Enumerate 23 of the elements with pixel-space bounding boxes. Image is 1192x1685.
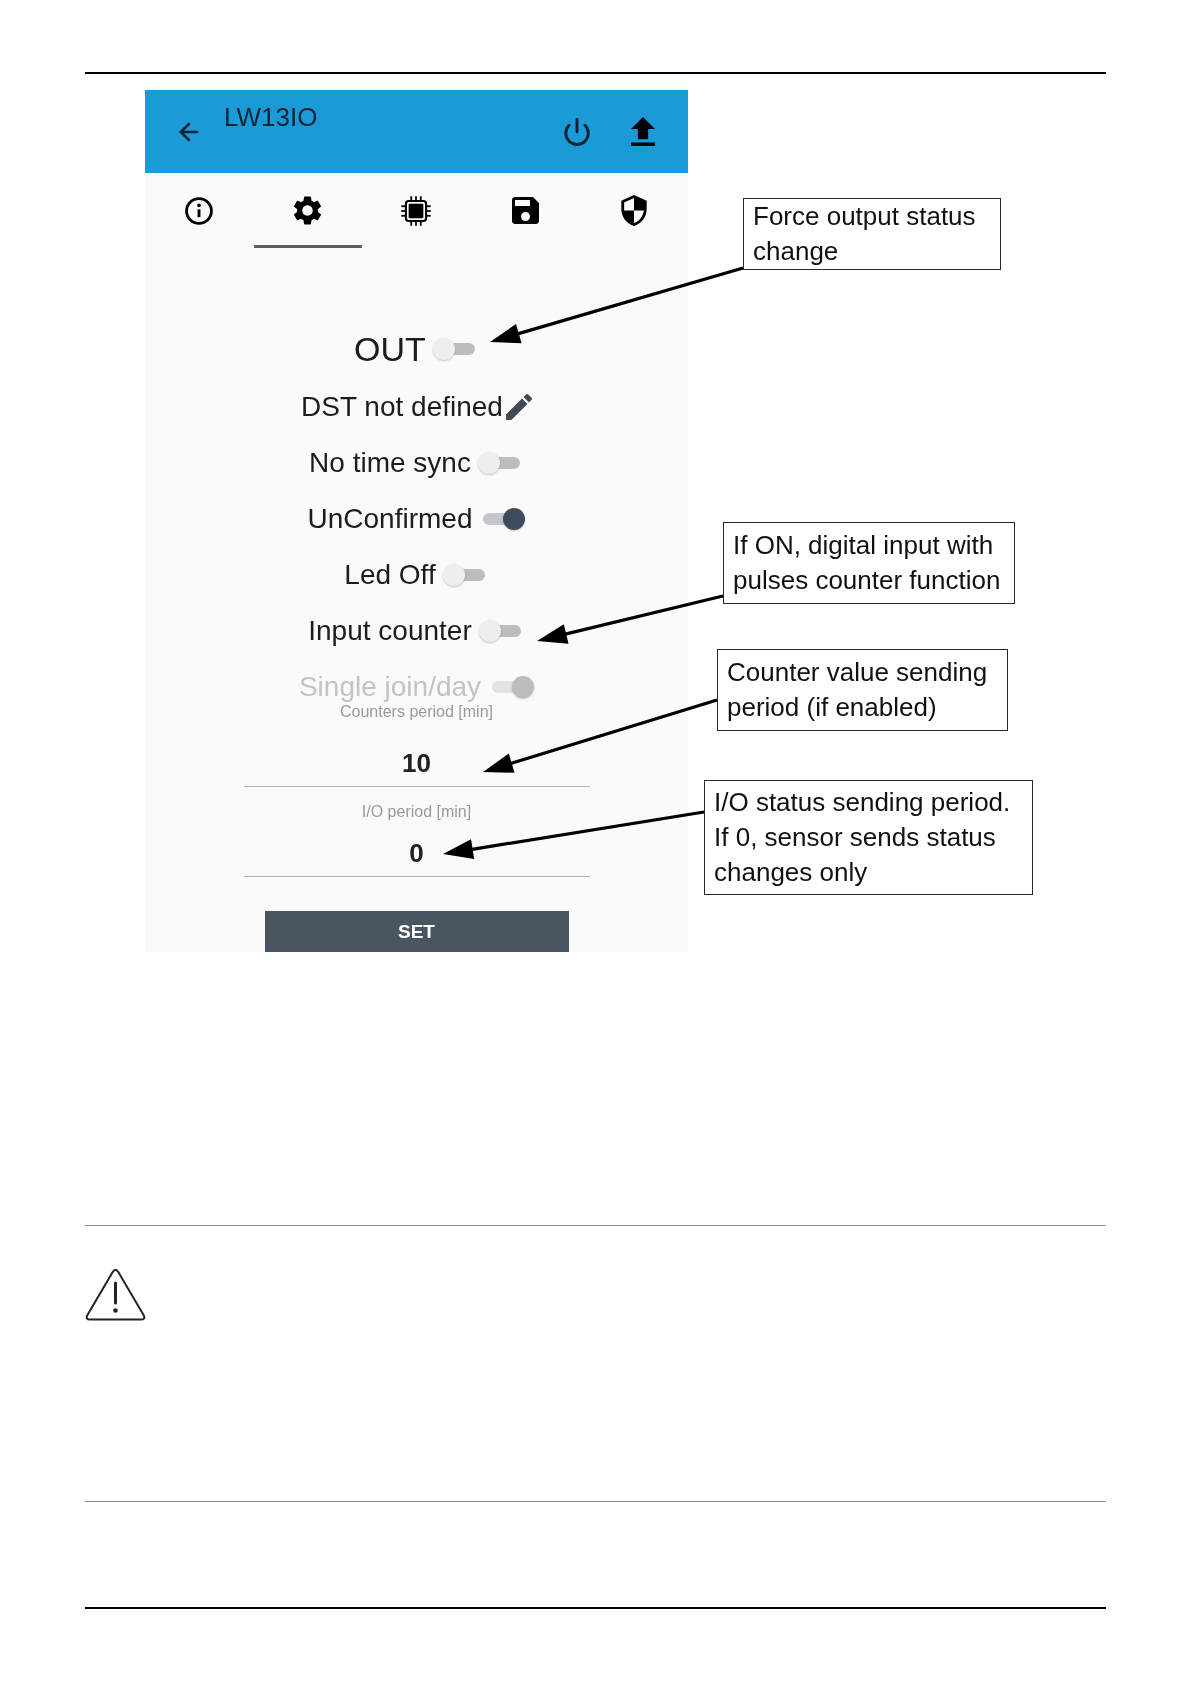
setting-label: No time sync [309,447,471,479]
set-button[interactable]: SET [264,911,569,952]
setting-label: Input counter [308,615,472,647]
power-icon[interactable] [562,116,592,147]
annotation-callout: If ON, digital input with pulses counter function [723,522,1015,604]
setting-label: OUT [354,331,426,367]
annotation-callout: Force output status change [743,198,1001,270]
settings-icon [293,196,323,225]
edit-icon[interactable] [505,394,532,420]
upload-icon[interactable] [631,117,655,146]
setting-label: DST not defined [301,391,503,423]
warning-icon [85,1268,146,1321]
shield-icon [620,195,647,226]
info-icon [185,196,214,225]
save-icon [511,197,539,224]
setting-label: UnConfirmed [307,503,473,535]
field-label: I/O period [min] [361,804,472,820]
app-title: LW13IO [224,102,319,132]
setting-label: Led Off [344,559,436,591]
field-label: Counters period [min] [340,704,493,720]
annotation-callout: Counter value sending period (if enabled) [717,649,1008,731]
annotation-callout: I/O status sending period. If 0, sensor sends status changes only [704,780,1033,895]
chip-icon [401,195,432,226]
